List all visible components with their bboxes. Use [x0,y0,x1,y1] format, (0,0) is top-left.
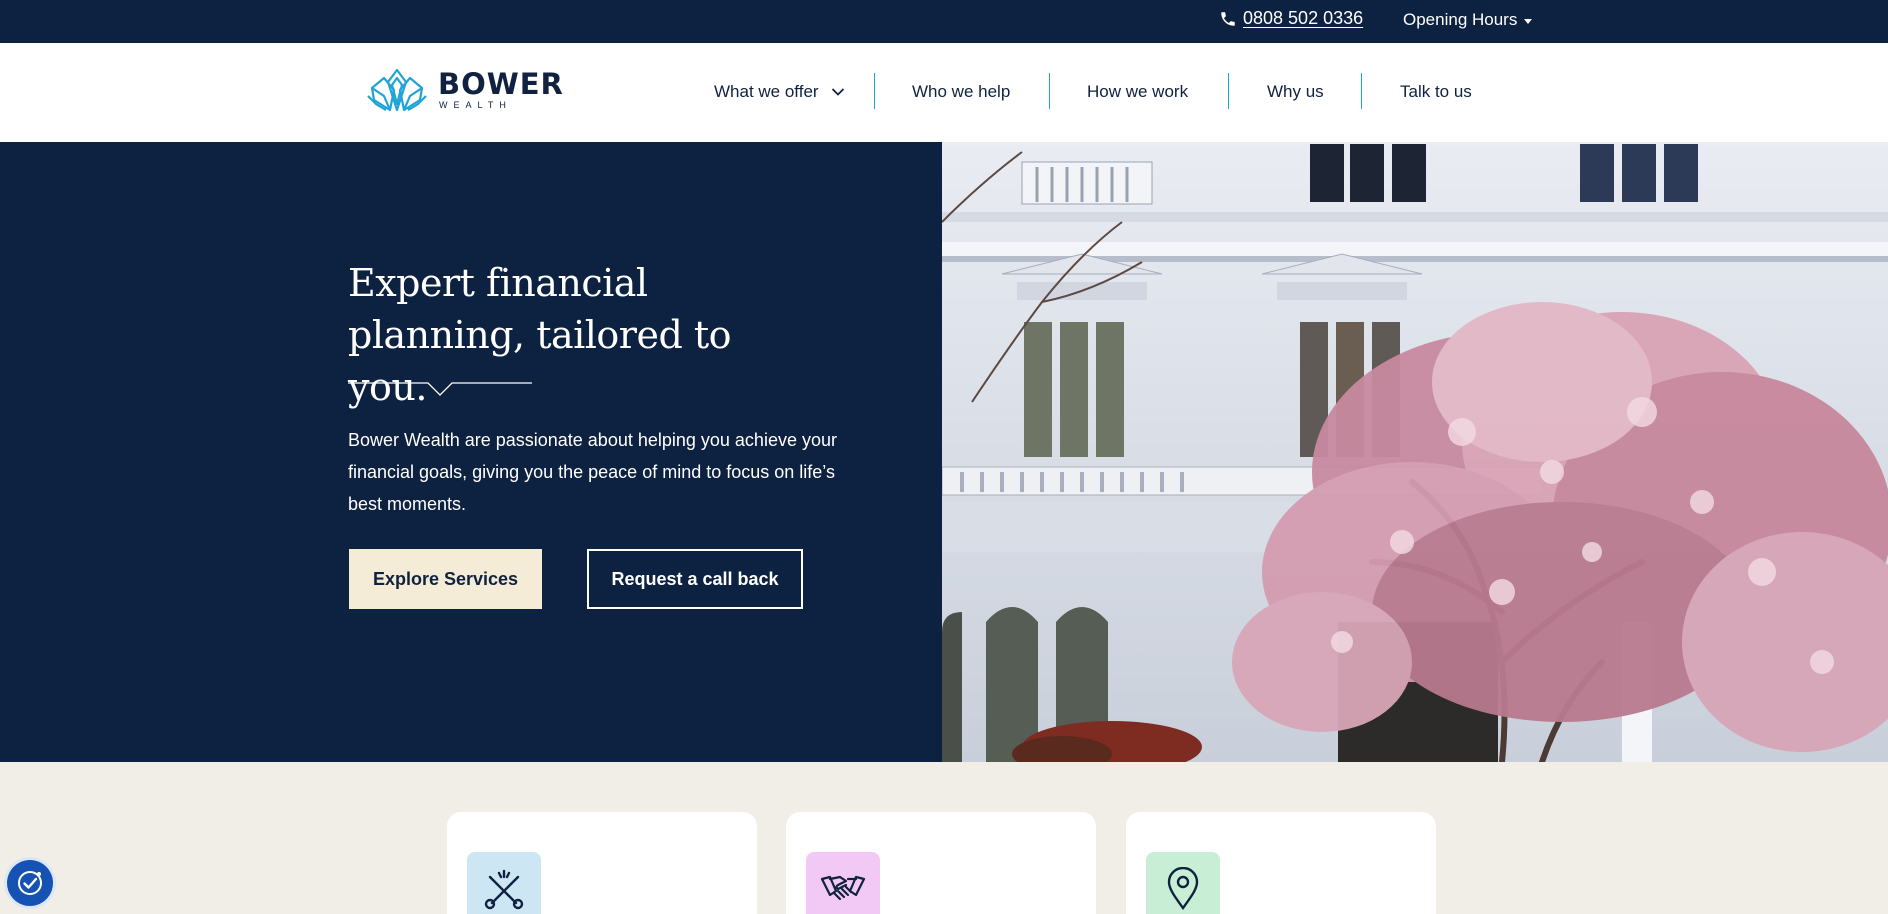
logo-wordmark: BOWER [438,67,564,101]
tools-crossed-icon [484,869,524,910]
opening-hours-label: Opening Hours [1403,10,1518,29]
opening-hours-dropdown[interactable]: Opening Hours [1403,10,1533,30]
site-header: BOWER WEALTH What we offer Who we help H… [0,43,1888,142]
leaf-logo-icon [367,68,427,112]
chevron-down-icon [831,88,844,96]
nav-label: What we offer [714,82,819,101]
nav-divider [1228,73,1229,109]
accessibility-widget-button[interactable] [7,860,53,906]
card-icon-tile [806,852,880,914]
service-card[interactable] [786,812,1096,914]
caret-down-icon [1524,18,1533,24]
nav-label: Why us [1267,82,1324,101]
map-pin-icon [1167,867,1199,911]
request-call-back-button[interactable]: Request a call back [587,549,803,609]
service-card[interactable] [1126,812,1436,914]
phone-number-link[interactable]: 0808 502 0336 [1243,8,1363,29]
phone-icon [1221,11,1235,26]
nav-label: Talk to us [1400,82,1472,101]
nav-item-talk-to-us[interactable]: Talk to us [1400,82,1472,102]
explore-services-button[interactable]: Explore Services [349,549,542,609]
site-logo[interactable]: BOWER WEALTH [366,66,564,113]
nav-item-what-we-offer[interactable]: What we offer [714,82,845,102]
service-card[interactable] [447,812,757,914]
nav-label: Who we help [912,82,1011,101]
phone-contact[interactable]: 0808 502 0336 [1219,8,1363,29]
hero-description: Bower Wealth are passionate about helpin… [348,430,837,514]
nav-item-who-we-help[interactable]: Who we help [912,82,1010,102]
logo-subtitle: WEALTH [439,100,512,110]
card-icon-tile [467,852,541,914]
nav-divider [874,73,875,109]
nav-item-how-we-work[interactable]: How we work [1087,82,1188,102]
nav-divider [1361,73,1362,109]
hero-divider [348,382,532,396]
card-icon-tile [1146,852,1220,914]
top-utility-bar: 0808 502 0336 Opening Hours [0,0,1888,43]
nav-divider [1049,73,1050,109]
nav-label: How we work [1087,82,1189,101]
accessibility-icon [18,871,42,895]
building-magnolia-illustration [942,142,1888,762]
hero-image [942,142,1888,762]
nav-item-why-us[interactable]: Why us [1267,82,1324,102]
handshake-icon [820,875,866,901]
